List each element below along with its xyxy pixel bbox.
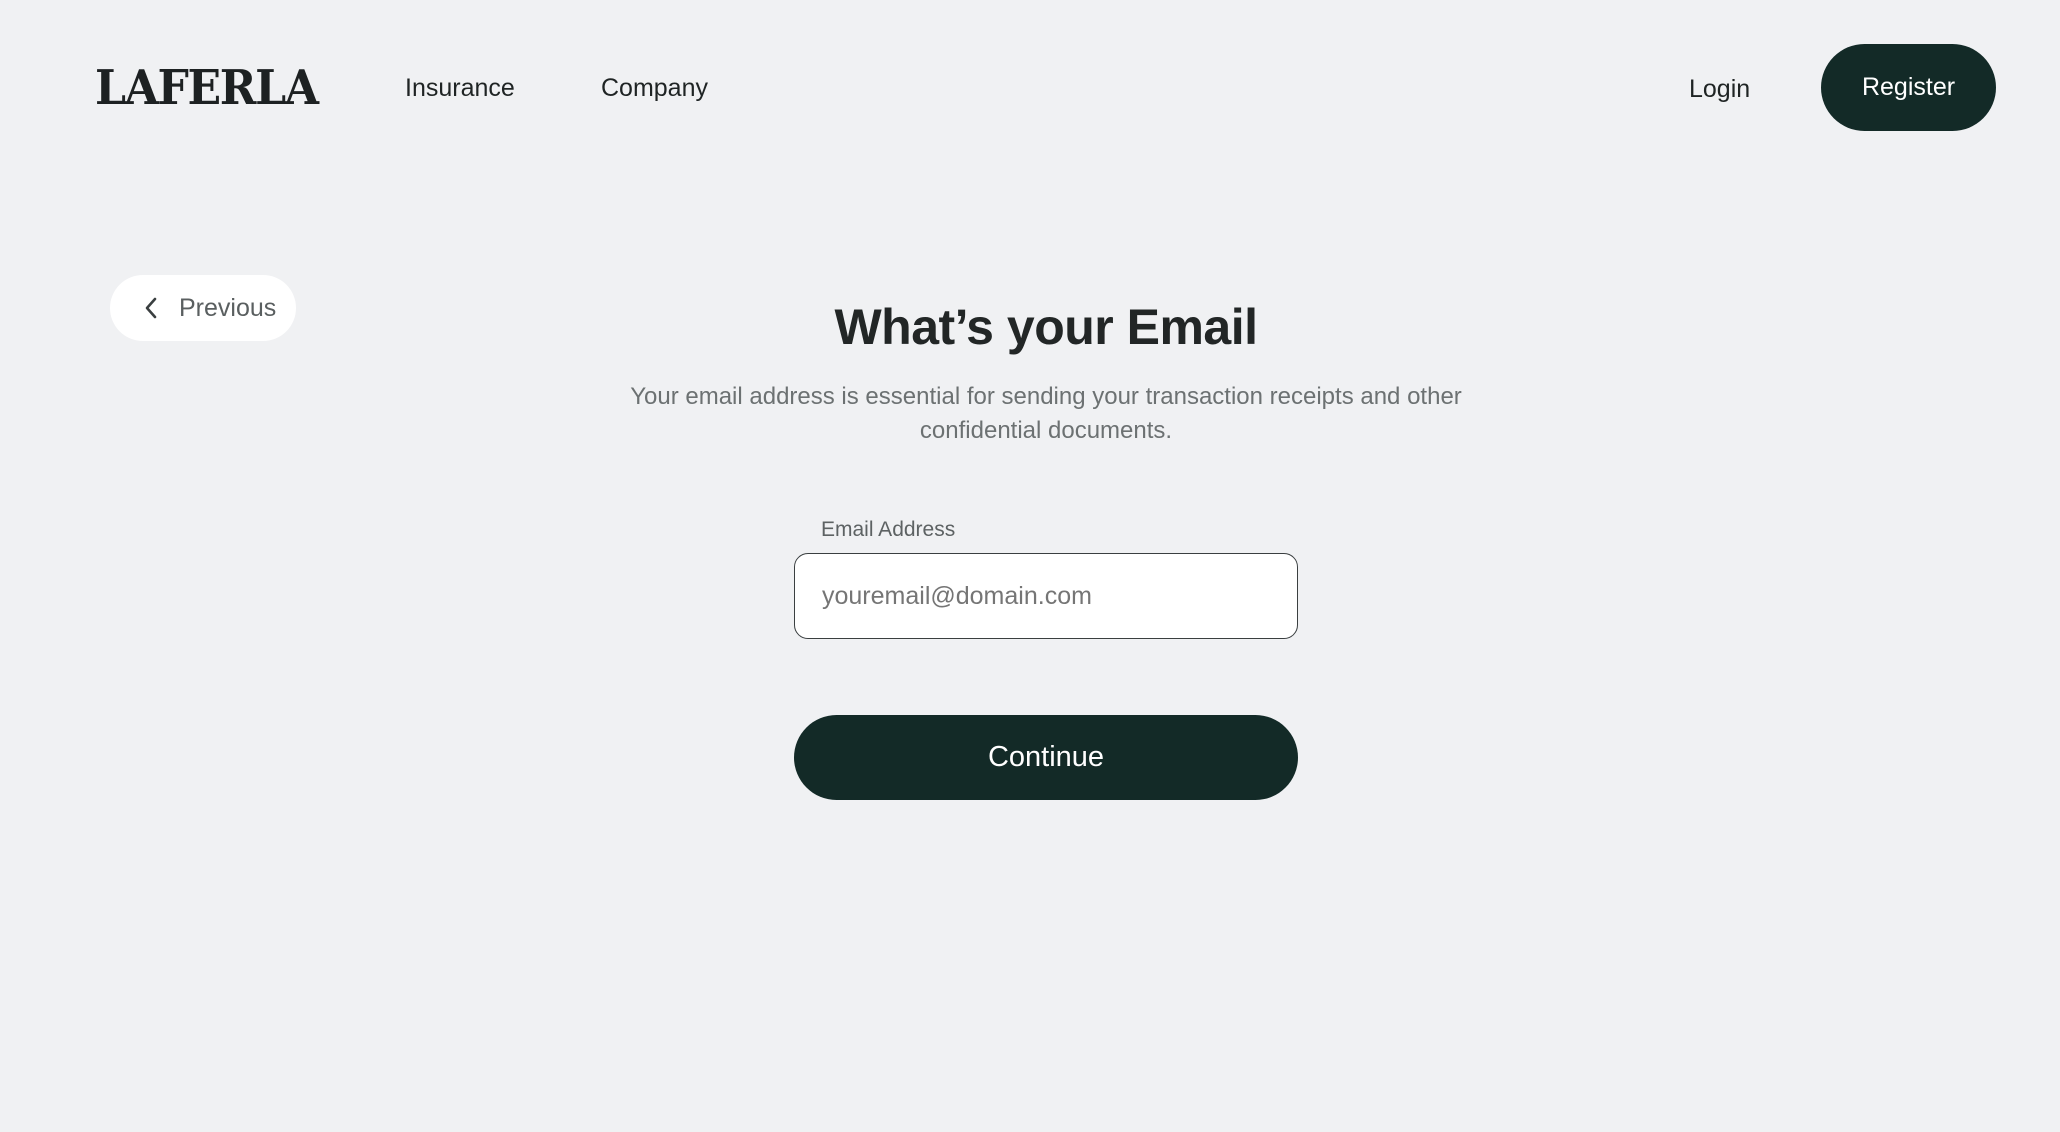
register-button[interactable]: Register	[1821, 44, 1996, 131]
nav-link-insurance[interactable]: Insurance	[405, 71, 515, 105]
continue-button[interactable]: Continue	[794, 715, 1298, 800]
page-subtitle: Your email address is essential for send…	[630, 383, 1462, 444]
brand-logo[interactable]: LAFERLA	[95, 60, 319, 116]
email-field-label: Email Address	[821, 518, 956, 541]
nav-link-company[interactable]: Company	[601, 71, 708, 105]
login-link[interactable]: Login	[1689, 72, 1750, 106]
email-field[interactable]	[794, 553, 1298, 639]
page-title: What’s your Email	[834, 299, 1258, 355]
